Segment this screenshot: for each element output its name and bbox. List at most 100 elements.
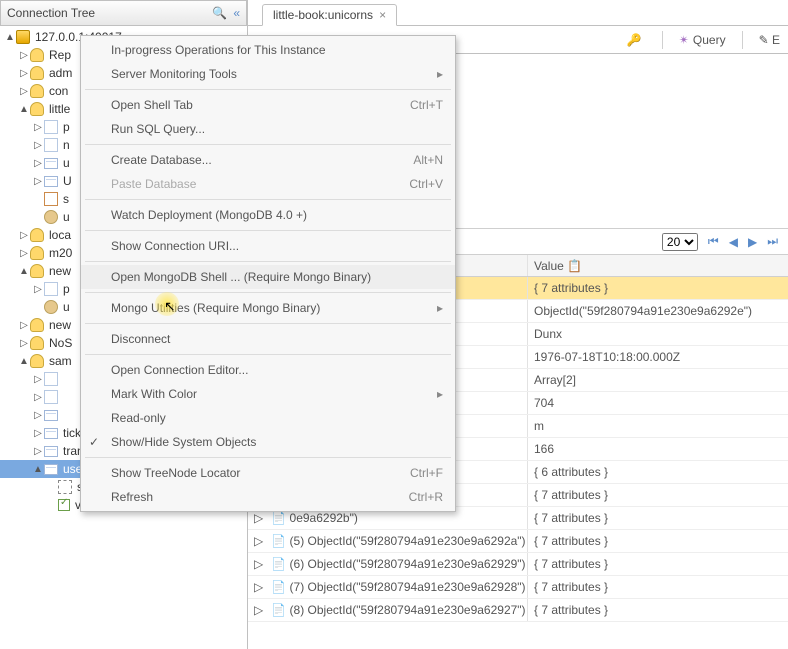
enum-icon [44, 138, 58, 152]
expander-icon[interactable]: ▷ [18, 338, 30, 349]
pager-next-icon[interactable]: ▶ [748, 235, 757, 249]
expander-icon[interactable]: ▲ [32, 464, 44, 475]
expander-icon[interactable]: ▷ [18, 230, 30, 241]
menu-separator [85, 199, 451, 200]
expander-icon[interactable]: ▷ [254, 534, 263, 548]
menu-item[interactable]: Create Database...Alt+N [81, 148, 455, 172]
expander-icon[interactable]: ▷ [32, 446, 44, 457]
menu-item[interactable]: Read-only [81, 406, 455, 430]
menu-item[interactable]: Open Connection Editor... [81, 358, 455, 382]
grid-header-value[interactable]: Value 📋 [528, 255, 788, 276]
expander-icon[interactable]: ▲ [18, 104, 30, 115]
pager-last-icon[interactable]: ⏭ [767, 234, 778, 249]
table-row[interactable]: ▷📄 (6) ObjectId("59f280794a91e230e9a6292… [248, 553, 788, 576]
menu-label: Paste Database [111, 177, 196, 191]
expander-icon[interactable]: ▲ [18, 266, 30, 277]
node-label: m20 [49, 246, 72, 260]
cell-value: 704 [534, 396, 554, 410]
menu-item[interactable]: Show TreeNode LocatorCtrl+F [81, 461, 455, 485]
page-size-select[interactable]: 20 [662, 233, 698, 251]
expander-icon[interactable]: ▷ [254, 603, 263, 617]
menu-item[interactable]: Open Shell TabCtrl+T [81, 93, 455, 117]
node-label: con [49, 84, 68, 98]
submenu-arrow-icon: ▸ [437, 67, 443, 81]
menu-shortcut: Alt+N [413, 153, 443, 167]
menu-item[interactable]: Server Monitoring Tools▸ [81, 62, 455, 86]
coll-icon [44, 410, 58, 421]
expander-icon[interactable]: ▲ [18, 356, 30, 367]
close-icon[interactable]: × [379, 8, 386, 22]
expander-icon[interactable]: ▷ [18, 248, 30, 259]
context-menu[interactable]: In-progress Operations for This Instance… [80, 35, 456, 512]
table-row[interactable]: ▷ 📄 (7) ObjectId("59f280794a91e230e9a6292… [248, 576, 788, 599]
expander-icon[interactable]: ▷ [18, 86, 30, 97]
menu-separator [85, 292, 451, 293]
node-label: adm [49, 66, 72, 80]
menu-item[interactable]: Disconnect [81, 327, 455, 351]
cell-value: { 6 attributes } [534, 465, 608, 479]
node-label: new [49, 318, 71, 332]
pager-first-icon[interactable]: ⏮ [708, 234, 719, 249]
enum-icon [44, 390, 58, 404]
expander-icon[interactable]: ▷ [18, 68, 30, 79]
tab-active[interactable]: little-book:unicorns × [262, 4, 397, 26]
menu-label: In-progress Operations for This Instance [111, 43, 326, 57]
expander-icon[interactable]: ▷ [254, 580, 263, 594]
db-icon [30, 354, 44, 368]
expander-icon[interactable]: ▷ [32, 176, 44, 187]
key-tool[interactable]: 🔑 [627, 33, 646, 47]
expander-icon[interactable]: ▷ [32, 158, 44, 169]
copy-icon[interactable]: 📋 [567, 259, 582, 273]
host-icon [16, 30, 30, 44]
query-tool[interactable]: ✴Query [679, 33, 726, 47]
chk-icon [58, 499, 70, 511]
expander-icon[interactable]: ▷ [18, 320, 30, 331]
cell-key: 📄 (7) ObjectId("59f280794a91e230e9a62928… [267, 580, 525, 594]
expander-icon[interactable]: ▷ [32, 284, 44, 295]
table-row[interactable]: ▷📄 (5) ObjectId("59f280794a91e230e9a6292… [248, 530, 788, 553]
expander-icon[interactable]: ▷ [18, 50, 30, 61]
expander-icon[interactable]: ▷ [254, 557, 263, 571]
menu-item[interactable]: Show Connection URI... [81, 234, 455, 258]
expander-icon[interactable]: ▷ [32, 410, 44, 421]
coll-icon [44, 176, 58, 187]
expander-icon[interactable]: ▷ [32, 140, 44, 151]
enum-icon [44, 120, 58, 134]
expander-icon[interactable]: ▷ [32, 122, 44, 133]
menu-item[interactable]: RefreshCtrl+R [81, 485, 455, 509]
menu-shortcut: Ctrl+V [409, 177, 443, 191]
check-icon: ✓ [89, 435, 99, 449]
menu-item[interactable]: In-progress Operations for This Instance [81, 38, 455, 62]
db-icon [30, 246, 44, 260]
edit-tool[interactable]: ✎ E [759, 33, 780, 47]
node-label: sam [49, 354, 72, 368]
expander-icon[interactable]: ▲ [4, 32, 16, 43]
menu-item[interactable]: Mongo Utilities (Require Mongo Binary)▸ [81, 296, 455, 320]
node-label: p [63, 120, 70, 134]
db-icon [30, 48, 44, 62]
menu-item[interactable]: Watch Deployment (MongoDB 4.0 +) [81, 203, 455, 227]
coll-icon [44, 158, 58, 169]
cell-value: m [534, 419, 544, 433]
node-label: u [63, 300, 70, 314]
expander-icon[interactable]: ▷ [32, 374, 44, 385]
menu-item[interactable]: Open MongoDB Shell ... (Require Mongo Bi… [81, 265, 455, 289]
table-row[interactable]: ▷📄 (8) ObjectId("59f280794a91e230e9a6292… [248, 599, 788, 622]
db-icon [30, 264, 44, 278]
menu-item[interactable]: Run SQL Query... [81, 117, 455, 141]
collapse-icon[interactable]: « [233, 6, 240, 20]
expander-icon[interactable]: ▷ [254, 511, 263, 525]
cell-value: Dunx [534, 327, 562, 341]
cell-value: ObjectId("59f280794a91e230e9a6292e") [534, 304, 752, 318]
menu-label: Read-only [111, 411, 166, 425]
separator [662, 31, 663, 49]
menu-label: Open MongoDB Shell ... (Require Mongo Bi… [111, 270, 371, 284]
menu-label: Refresh [111, 490, 153, 504]
pager-prev-icon[interactable]: ◀ [729, 235, 738, 249]
expander-icon[interactable]: ▷ [32, 392, 44, 403]
search-icon[interactable]: 🔍 [212, 6, 227, 20]
menu-item[interactable]: ✓Show/Hide System Objects [81, 430, 455, 454]
cell-value: { 7 attributes } [534, 511, 608, 525]
menu-item[interactable]: Mark With Color▸ [81, 382, 455, 406]
expander-icon[interactable]: ▷ [32, 428, 44, 439]
